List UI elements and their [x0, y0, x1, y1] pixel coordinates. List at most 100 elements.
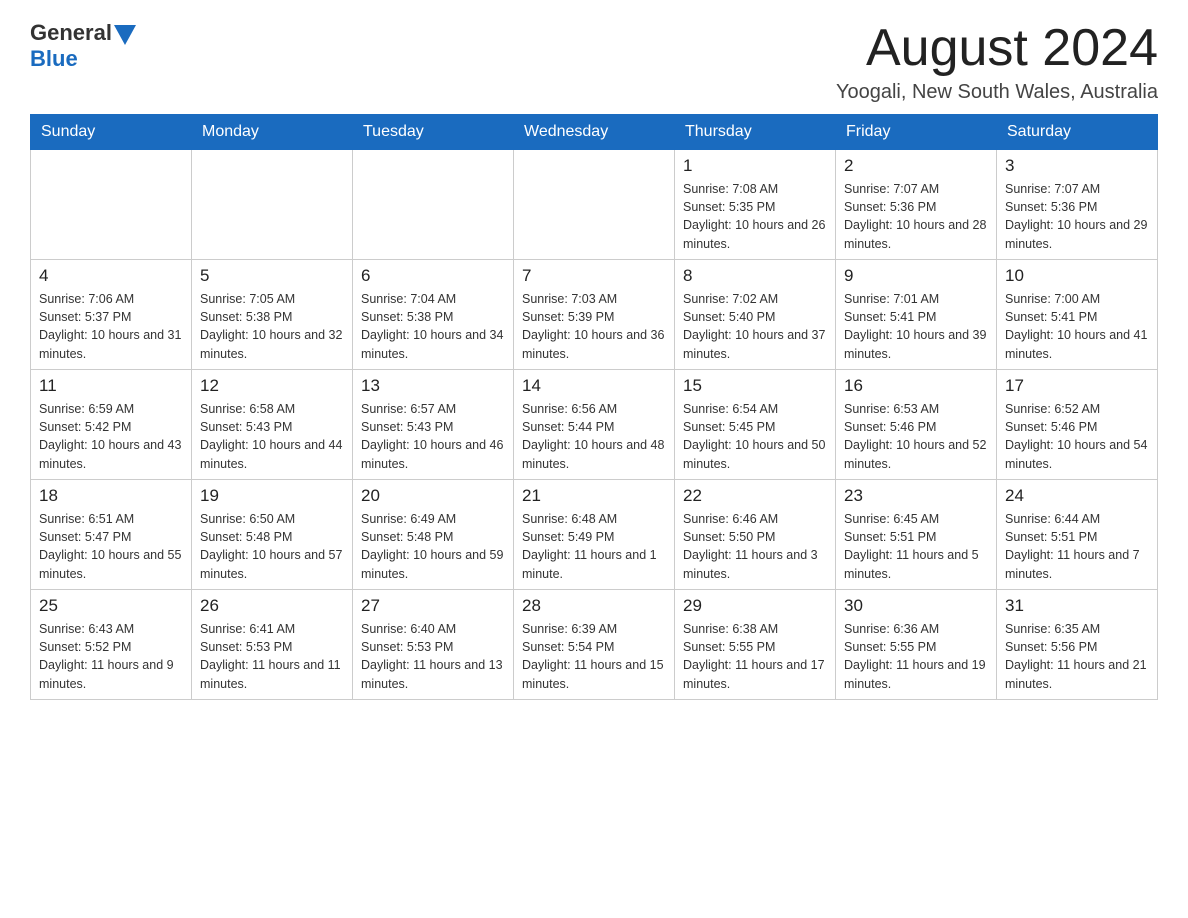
logo-arrow-icon	[114, 25, 136, 45]
location-text: Yoogali, New South Wales, Australia	[836, 81, 1158, 104]
day-info: Sunrise: 6:46 AM Sunset: 5:50 PM Dayligh…	[683, 510, 827, 583]
table-row: 13Sunrise: 6:57 AM Sunset: 5:43 PM Dayli…	[353, 370, 514, 480]
table-row: 16Sunrise: 6:53 AM Sunset: 5:46 PM Dayli…	[836, 370, 997, 480]
logo-blue-text: Blue	[30, 46, 78, 71]
table-row: 31 Sunrise: 6:35 AM Sunset: 5:56 PM Dayli…	[997, 590, 1158, 700]
day-number: 5	[200, 266, 344, 286]
table-row: 11 Sunrise: 6:59 AM Sunset: 5:42 PM Dayli…	[31, 370, 192, 480]
day-info: Sunrise: 7:01 AM Sunset: 5:41 PM Dayligh…	[844, 290, 988, 363]
day-info: Sunrise: 6:36 AM Sunset: 5:55 PM Dayligh…	[844, 620, 988, 693]
day-number: 18	[39, 486, 183, 506]
day-info: Sunrise: 7:08 AM Sunset: 5:35 PM Dayligh…	[683, 180, 827, 253]
day-info: Sunrise: 7:07 AM Sunset: 5:36 PM Dayligh…	[844, 180, 988, 253]
table-row: 22 Sunrise: 6:46 AM Sunset: 5:50 PM Dayli…	[675, 480, 836, 590]
day-number: 31	[1005, 596, 1149, 616]
table-row: 10 Sunrise: 7:00 AM Sunset: 5:41 PM Dayli…	[997, 260, 1158, 370]
calendar-header-row: Sunday Monday Tuesday Wednesday Thursday…	[31, 115, 1158, 150]
day-number: 14	[522, 376, 666, 396]
day-info: Sunrise: 6:51 AM Sunset: 5:47 PM Dayligh…	[39, 510, 183, 583]
day-number: 10	[1005, 266, 1149, 286]
col-saturday: Saturday	[997, 115, 1158, 150]
col-wednesday: Wednesday	[514, 115, 675, 150]
day-info: Sunrise: 6:58 AM Sunset: 5:43 PM Dayligh…	[200, 400, 344, 473]
day-number: 30	[844, 596, 988, 616]
table-row: 24Sunrise: 6:44 AM Sunset: 5:51 PM Dayli…	[997, 480, 1158, 590]
day-info: Sunrise: 6:41 AM Sunset: 5:53 PM Dayligh…	[200, 620, 344, 693]
table-row: 26Sunrise: 6:41 AM Sunset: 5:53 PM Dayli…	[192, 590, 353, 700]
calendar-week-row: 4Sunrise: 7:06 AM Sunset: 5:37 PM Daylig…	[31, 260, 1158, 370]
day-number: 12	[200, 376, 344, 396]
day-number: 25	[39, 596, 183, 616]
day-number: 17	[1005, 376, 1149, 396]
table-row: 19 Sunrise: 6:50 AM Sunset: 5:48 PM Dayli…	[192, 480, 353, 590]
day-info: Sunrise: 6:56 AM Sunset: 5:44 PM Dayligh…	[522, 400, 666, 473]
day-info: Sunrise: 6:45 AM Sunset: 5:51 PM Dayligh…	[844, 510, 988, 583]
day-number: 19	[200, 486, 344, 506]
table-row: 9 Sunrise: 7:01 AM Sunset: 5:41 PM Daylig…	[836, 260, 997, 370]
day-info: Sunrise: 6:59 AM Sunset: 5:42 PM Dayligh…	[39, 400, 183, 473]
table-row: 2Sunrise: 7:07 AM Sunset: 5:36 PM Daylig…	[836, 150, 997, 260]
table-row	[192, 150, 353, 260]
month-title: August 2024	[836, 20, 1158, 77]
calendar-table: Sunday Monday Tuesday Wednesday Thursday…	[30, 114, 1158, 700]
day-number: 23	[844, 486, 988, 506]
day-info: Sunrise: 6:38 AM Sunset: 5:55 PM Dayligh…	[683, 620, 827, 693]
col-friday: Friday	[836, 115, 997, 150]
header-right: August 2024 Yoogali, New South Wales, Au…	[836, 20, 1158, 104]
day-info: Sunrise: 7:03 AM Sunset: 5:39 PM Dayligh…	[522, 290, 666, 363]
calendar-week-row: 1Sunrise: 7:08 AM Sunset: 5:35 PM Daylig…	[31, 150, 1158, 260]
day-number: 29	[683, 596, 827, 616]
day-info: Sunrise: 7:00 AM Sunset: 5:41 PM Dayligh…	[1005, 290, 1149, 363]
table-row: 21Sunrise: 6:48 AM Sunset: 5:49 PM Dayli…	[514, 480, 675, 590]
day-info: Sunrise: 6:57 AM Sunset: 5:43 PM Dayligh…	[361, 400, 505, 473]
table-row: 1Sunrise: 7:08 AM Sunset: 5:35 PM Daylig…	[675, 150, 836, 260]
col-sunday: Sunday	[31, 115, 192, 150]
day-info: Sunrise: 6:48 AM Sunset: 5:49 PM Dayligh…	[522, 510, 666, 583]
day-info: Sunrise: 7:04 AM Sunset: 5:38 PM Dayligh…	[361, 290, 505, 363]
table-row	[31, 150, 192, 260]
day-number: 22	[683, 486, 827, 506]
table-row: 7 Sunrise: 7:03 AM Sunset: 5:39 PM Daylig…	[514, 260, 675, 370]
day-info: Sunrise: 7:06 AM Sunset: 5:37 PM Dayligh…	[39, 290, 183, 363]
logo: General Blue	[30, 20, 136, 72]
day-info: Sunrise: 6:49 AM Sunset: 5:48 PM Dayligh…	[361, 510, 505, 583]
calendar-week-row: 18 Sunrise: 6:51 AM Sunset: 5:47 PM Dayli…	[31, 480, 1158, 590]
table-row: 4Sunrise: 7:06 AM Sunset: 5:37 PM Daylig…	[31, 260, 192, 370]
table-row: 8Sunrise: 7:02 AM Sunset: 5:40 PM Daylig…	[675, 260, 836, 370]
table-row: 23 Sunrise: 6:45 AM Sunset: 5:51 PM Dayli…	[836, 480, 997, 590]
table-row: 28Sunrise: 6:39 AM Sunset: 5:54 PM Dayli…	[514, 590, 675, 700]
table-row: 6 Sunrise: 7:04 AM Sunset: 5:38 PM Daylig…	[353, 260, 514, 370]
day-number: 20	[361, 486, 505, 506]
table-row: 20 Sunrise: 6:49 AM Sunset: 5:48 PM Dayli…	[353, 480, 514, 590]
logo-general-text: General	[30, 20, 112, 46]
day-number: 27	[361, 596, 505, 616]
day-info: Sunrise: 6:50 AM Sunset: 5:48 PM Dayligh…	[200, 510, 344, 583]
col-tuesday: Tuesday	[353, 115, 514, 150]
table-row: 18 Sunrise: 6:51 AM Sunset: 5:47 PM Dayli…	[31, 480, 192, 590]
day-info: Sunrise: 6:53 AM Sunset: 5:46 PM Dayligh…	[844, 400, 988, 473]
day-number: 6	[361, 266, 505, 286]
day-info: Sunrise: 6:35 AM Sunset: 5:56 PM Dayligh…	[1005, 620, 1149, 693]
table-row: 12 Sunrise: 6:58 AM Sunset: 5:43 PM Dayli…	[192, 370, 353, 480]
day-number: 15	[683, 376, 827, 396]
day-number: 11	[39, 376, 183, 396]
table-row: 14 Sunrise: 6:56 AM Sunset: 5:44 PM Dayli…	[514, 370, 675, 480]
col-monday: Monday	[192, 115, 353, 150]
table-row: 17 Sunrise: 6:52 AM Sunset: 5:46 PM Dayli…	[997, 370, 1158, 480]
day-info: Sunrise: 6:40 AM Sunset: 5:53 PM Dayligh…	[361, 620, 505, 693]
day-info: Sunrise: 7:07 AM Sunset: 5:36 PM Dayligh…	[1005, 180, 1149, 253]
day-info: Sunrise: 6:43 AM Sunset: 5:52 PM Dayligh…	[39, 620, 183, 693]
calendar-week-row: 25 Sunrise: 6:43 AM Sunset: 5:52 PM Dayli…	[31, 590, 1158, 700]
table-row: 5 Sunrise: 7:05 AM Sunset: 5:38 PM Daylig…	[192, 260, 353, 370]
table-row: 30 Sunrise: 6:36 AM Sunset: 5:55 PM Dayli…	[836, 590, 997, 700]
page-header: General Blue August 2024 Yoogali, New So…	[30, 20, 1158, 104]
day-info: Sunrise: 7:05 AM Sunset: 5:38 PM Dayligh…	[200, 290, 344, 363]
col-thursday: Thursday	[675, 115, 836, 150]
day-info: Sunrise: 6:52 AM Sunset: 5:46 PM Dayligh…	[1005, 400, 1149, 473]
day-info: Sunrise: 6:54 AM Sunset: 5:45 PM Dayligh…	[683, 400, 827, 473]
table-row	[353, 150, 514, 260]
day-number: 9	[844, 266, 988, 286]
day-number: 24	[1005, 486, 1149, 506]
day-number: 7	[522, 266, 666, 286]
day-info: Sunrise: 7:02 AM Sunset: 5:40 PM Dayligh…	[683, 290, 827, 363]
